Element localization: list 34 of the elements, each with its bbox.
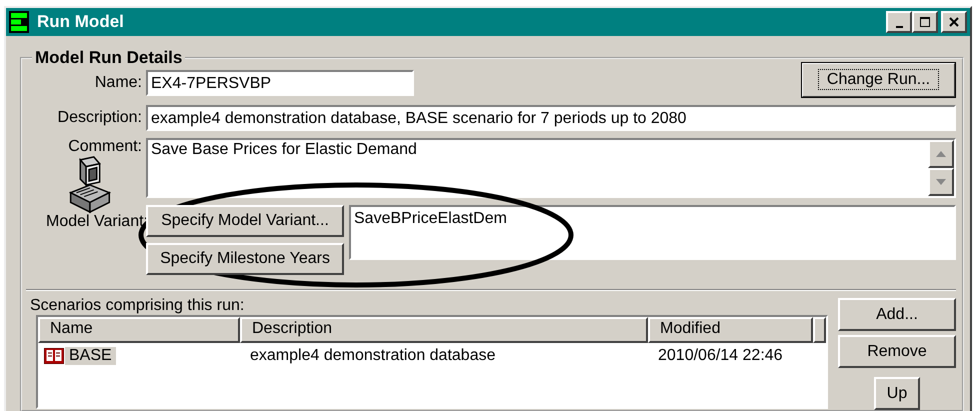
comment-field[interactable]: Save Base Prices for Elastic Demand	[146, 138, 956, 198]
field-label: Model Variant:	[45, 213, 148, 232]
table-cell-text: 2010/06/14 22:46	[657, 347, 784, 365]
scenario-row[interactable]: BASE example4 demonstration database 2010/06/14 22:46	[38, 343, 826, 369]
close-icon	[948, 16, 960, 28]
list-button[interactable]: Add...	[838, 298, 956, 331]
maximize-icon	[919, 16, 931, 28]
app-icon	[9, 11, 29, 33]
list-button[interactable]: Remove	[838, 335, 956, 368]
column-header[interactable]: Modified	[648, 317, 813, 343]
close-button[interactable]	[941, 11, 967, 33]
field-label: Name:	[94, 74, 142, 92]
maximize-button[interactable]	[912, 11, 938, 33]
column-header[interactable]: Description	[240, 317, 648, 343]
comment-text: Save Base Prices for Elastic Demand	[150, 140, 418, 160]
field-label: Description:	[56, 109, 142, 127]
group-title: Model Run Details	[34, 48, 184, 68]
name-field[interactable]: EX4-7PERSVBP	[146, 70, 414, 96]
book-icon	[44, 348, 64, 364]
table-cell: BASE	[65, 347, 116, 365]
change-run-button[interactable]: Change Run...	[801, 62, 956, 98]
list-button[interactable]: Up	[874, 377, 920, 410]
specify-button[interactable]: Specify Milestone Years	[146, 243, 344, 275]
scenarios-label: Scenarios comprising this run:	[30, 297, 246, 315]
variant-field[interactable]: SaveBPriceElastDem	[349, 205, 956, 260]
table-cell-text: example4 demonstration database	[249, 347, 496, 365]
minimize-icon	[896, 26, 902, 28]
specify-button[interactable]: Specify Model Variant...	[146, 205, 344, 237]
scroll-bar[interactable]	[928, 140, 954, 196]
window-title: Run Model	[37, 12, 124, 32]
column-header[interactable]: Name	[38, 317, 240, 343]
minimize-button[interactable]	[886, 11, 912, 33]
description-field[interactable]: example4 demonstration database, BASE scenario for 7 periods up to 2080	[146, 105, 956, 131]
field-label: Comment:	[68, 138, 142, 156]
